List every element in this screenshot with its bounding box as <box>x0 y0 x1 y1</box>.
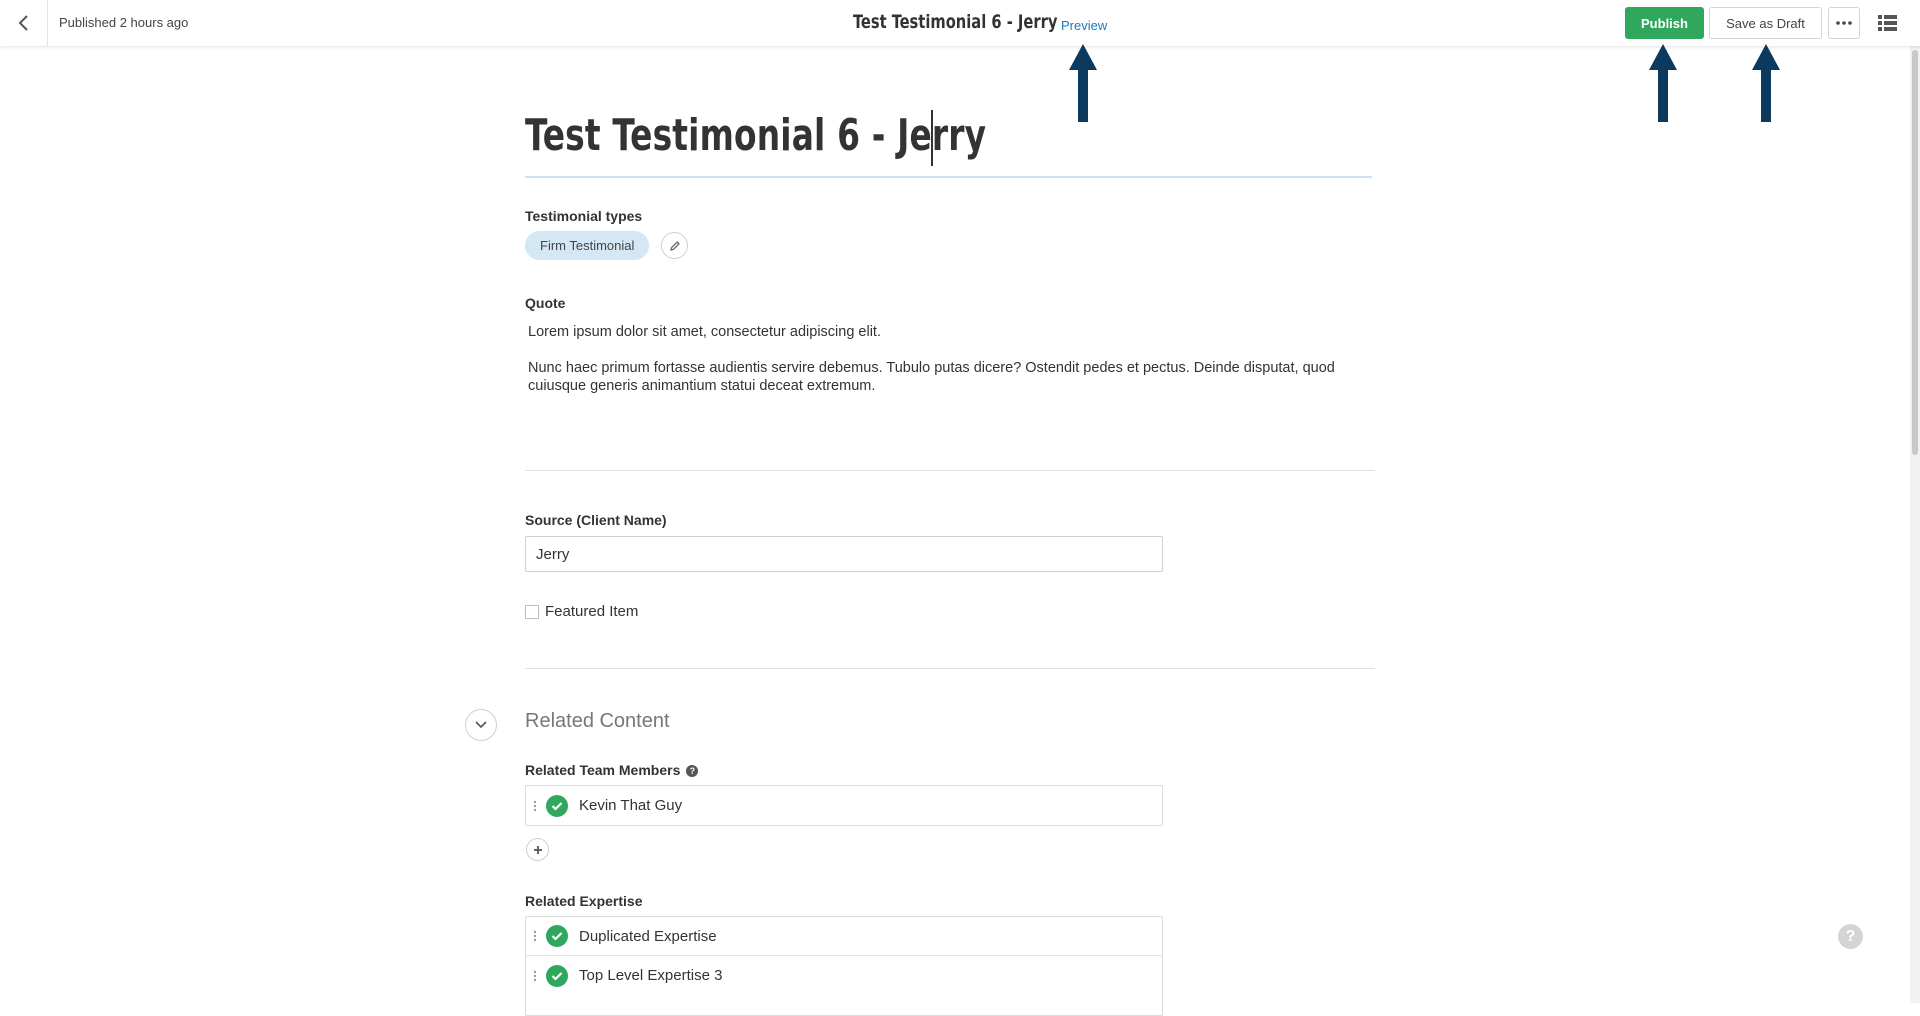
text-caret <box>931 110 933 166</box>
check-icon <box>546 925 568 947</box>
testimonial-types-label: Testimonial types <box>525 208 643 224</box>
publish-button[interactable]: Publish <box>1625 7 1704 39</box>
list-item[interactable]: Kevin That Guy <box>526 786 1162 825</box>
quote-paragraph-2[interactable]: Nunc haec primum fortasse audientis serv… <box>528 359 1378 395</box>
top-bar: Published 2 hours ago Test Testimonial 6… <box>0 0 1920 46</box>
quote-paragraph-1[interactable]: Lorem ipsum dolor sit amet, consectetur … <box>528 323 1378 341</box>
add-team-member-button[interactable] <box>526 838 549 861</box>
source-label: Source (Client Name) <box>525 512 667 528</box>
check-icon <box>546 794 568 817</box>
testimonial-type-chip[interactable]: Firm Testimonial <box>525 231 650 260</box>
featured-item-checkbox[interactable] <box>525 605 539 619</box>
question-icon[interactable]: ? <box>686 765 699 777</box>
title-underline <box>525 176 1372 178</box>
related-content-toggle[interactable] <box>465 709 497 741</box>
list-item[interactable]: Duplicated Expertise <box>526 917 1162 956</box>
document-title-input[interactable]: Test Testimonial 6 - Jerry <box>525 110 986 161</box>
chevron-down-icon <box>475 721 487 729</box>
ellipsis-icon <box>1836 21 1852 25</box>
drag-handle-icon[interactable] <box>526 930 544 942</box>
check-icon <box>546 964 568 987</box>
related-team-members-list: Kevin That Guy <box>525 785 1163 826</box>
preview-link[interactable]: Preview <box>1061 18 1107 33</box>
related-team-members-label: Related Team Members? <box>525 762 699 778</box>
expertise-name: Duplicated Expertise <box>579 927 717 945</box>
back-button[interactable] <box>0 0 48 46</box>
expertise-name: Top Level Expertise 3 <box>579 967 723 984</box>
list-view-button[interactable] <box>1873 9 1901 37</box>
list-view-icon <box>1877 15 1897 31</box>
related-content-heading: Related Content <box>525 710 670 732</box>
drag-handle-icon[interactable] <box>526 800 544 812</box>
plus-icon <box>533 845 542 854</box>
arrow-up-icon <box>1752 44 1780 122</box>
featured-item-label[interactable]: Featured Item <box>545 603 638 620</box>
edit-types-button[interactable] <box>661 232 688 259</box>
arrow-up-icon <box>1069 44 1097 122</box>
scrollbar-thumb[interactable] <box>1912 50 1918 455</box>
list-item[interactable]: Top Level Expertise 3 <box>526 956 1162 995</box>
help-button[interactable]: ? <box>1838 924 1863 949</box>
related-team-members-text: Related Team Members <box>525 762 681 778</box>
related-expertise-label: Related Expertise <box>525 893 643 909</box>
publish-status: Published 2 hours ago <box>59 15 189 30</box>
divider <box>525 668 1375 669</box>
more-options-button[interactable] <box>1828 7 1860 39</box>
pencil-icon <box>669 240 680 251</box>
save-as-draft-button[interactable]: Save as Draft <box>1709 7 1822 39</box>
related-expertise-list: Duplicated Expertise Top Level Expertise… <box>525 916 1163 1016</box>
chevron-left-icon <box>18 15 28 31</box>
header-title: Test Testimonial 6 - Jerry <box>853 11 1058 33</box>
quote-label: Quote <box>525 295 566 311</box>
source-input[interactable]: Jerry <box>525 536 1163 572</box>
divider <box>525 470 1375 471</box>
drag-handle-icon[interactable] <box>526 970 544 982</box>
arrow-up-icon <box>1649 44 1677 122</box>
team-member-name: Kevin That Guy <box>579 797 683 814</box>
